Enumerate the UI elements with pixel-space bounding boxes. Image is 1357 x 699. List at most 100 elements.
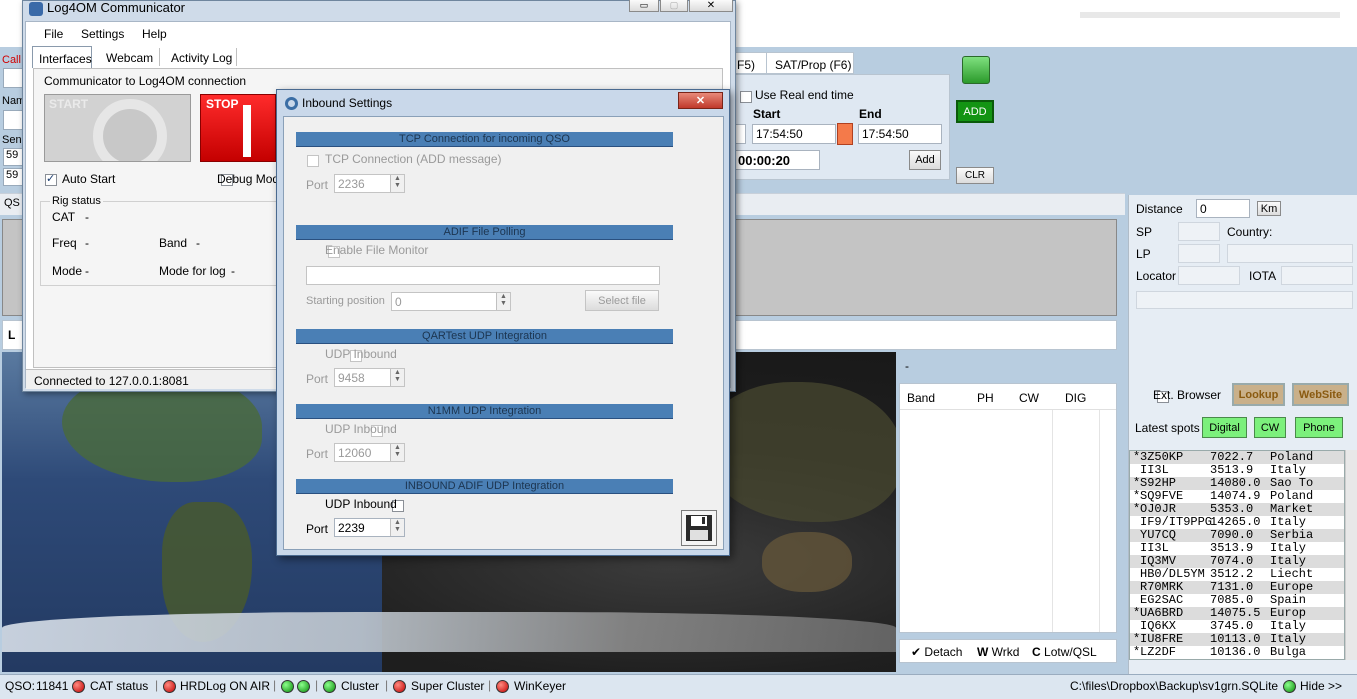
spot-freq: 7131.0 xyxy=(1210,581,1254,594)
minimize-button[interactable]: ▭ xyxy=(629,0,659,12)
close-button[interactable]: ✕ xyxy=(689,0,733,12)
hide-button[interactable]: Hide >> xyxy=(1300,679,1342,693)
spot-freq: 3513.9 xyxy=(1210,542,1254,555)
starting-position-label: Starting position xyxy=(306,295,385,307)
spots-list[interactable]: * 3Z50KP 7022.7 Poland II3L 3513.9 Italy * S92H… xyxy=(1129,450,1345,660)
qso-tab-label[interactable]: QS xyxy=(4,197,20,209)
save-settings-button[interactable] xyxy=(681,510,717,546)
qartest-port-spinner[interactable]: ▲ ▼ xyxy=(390,369,404,386)
rig-status-label: Rig status xyxy=(50,195,103,207)
spot-row[interactable]: IQ3MV 7074.0 Italy xyxy=(1130,555,1344,568)
tab-sat-prop[interactable]: SAT/Prop (F6) xyxy=(766,52,854,74)
spot-row[interactable]: IF9/IT9PPG 14265.0 Italy xyxy=(1130,516,1344,529)
cluster-status[interactable]: Cluster xyxy=(341,679,379,693)
spot-row[interactable]: YU7CQ 7090.0 Serbia xyxy=(1130,529,1344,542)
cat-value: - xyxy=(85,210,89,224)
start-time-input[interactable]: 17:54:50 xyxy=(752,124,836,144)
phone-spots-button[interactable]: Phone xyxy=(1295,417,1343,438)
tab-interfaces[interactable]: Interfaces xyxy=(32,46,92,68)
duration-input[interactable]: 00:00:20 xyxy=(734,150,820,170)
menu-file[interactable]: File xyxy=(44,27,63,41)
lotw-qsl-button[interactable]: C Lotw/QSL xyxy=(1032,645,1097,659)
qso-count-label: QSO: xyxy=(5,679,36,693)
spot-freq: 3745.0 xyxy=(1210,620,1254,633)
menu-settings[interactable]: Settings xyxy=(81,27,124,41)
hrdlog-led-icon xyxy=(163,680,176,693)
spot-country: Spain xyxy=(1270,594,1307,607)
spot-row[interactable]: * 3Z50KP 7022.7 Poland xyxy=(1130,451,1344,464)
spot-country: Market xyxy=(1270,503,1314,516)
lookup-button[interactable]: Lookup xyxy=(1232,383,1285,406)
website-button[interactable]: WebSite xyxy=(1292,383,1349,406)
auto-start-label: Auto Start xyxy=(62,172,116,186)
l-label: L xyxy=(8,328,16,342)
spot-row[interactable]: EG2SAC 7085.0 Spain xyxy=(1130,594,1344,607)
super-cluster-status[interactable]: Super Cluster xyxy=(411,679,484,693)
spot-row[interactable]: II3L 3513.9 Italy xyxy=(1130,464,1344,477)
end-time-input[interactable]: 17:54:50 xyxy=(858,124,942,144)
start-now-button[interactable] xyxy=(837,123,853,145)
distance-label: Distance xyxy=(1136,202,1183,216)
cluster-led-icon xyxy=(323,680,336,693)
save-db-icon[interactable] xyxy=(962,56,990,84)
map-dash: - xyxy=(905,359,909,373)
spot-row[interactable]: R70MRK 7131.0 Europe xyxy=(1130,581,1344,594)
cw-spots-button[interactable]: CW xyxy=(1254,417,1286,438)
start-button[interactable]: START xyxy=(44,94,191,162)
add-qso-button[interactable]: ADD xyxy=(956,100,994,123)
tab-webcam[interactable]: Webcam xyxy=(97,48,159,68)
spot-call: II3L xyxy=(1140,464,1169,477)
spot-row[interactable]: * LZ2DF 10136.0 Bulga xyxy=(1130,646,1344,659)
starting-position-input[interactable]: 0 xyxy=(391,292,511,311)
spot-row[interactable]: * SQ9FVE 14074.9 Poland xyxy=(1130,490,1344,503)
spot-call: S92HP xyxy=(1140,477,1177,490)
spot-row[interactable]: IQ6KX 3745.0 Italy xyxy=(1130,620,1344,633)
digital-spots-button[interactable]: Digital xyxy=(1202,417,1247,438)
adif-udp-port-label: Port xyxy=(306,522,329,536)
km-button[interactable]: Km xyxy=(1257,201,1281,216)
hrdlog-status[interactable]: HRDLog ON AIR xyxy=(180,679,270,693)
tcp-connection-checkbox[interactable] xyxy=(307,154,319,167)
adif-file-path-input[interactable] xyxy=(306,266,660,285)
cw-col-header: CW xyxy=(1019,391,1039,405)
stop-bar-icon xyxy=(243,105,251,157)
spot-call: UA6BRD xyxy=(1140,607,1184,620)
spots-scrollbar[interactable] xyxy=(1345,450,1357,660)
spot-row[interactable]: * UA6BRD 14075.5 Europ xyxy=(1130,607,1344,620)
spot-row[interactable]: HB0/DL5YM 3512.2 Liecht xyxy=(1130,568,1344,581)
country-field xyxy=(1227,244,1353,263)
spot-country: Sao To xyxy=(1270,477,1314,490)
sent-label: Sen xyxy=(2,134,22,146)
auto-start-checkbox[interactable] xyxy=(45,172,57,186)
spot-row[interactable]: * S92HP 14080.0 Sao To xyxy=(1130,477,1344,490)
settings-gear-icon xyxy=(285,97,298,111)
toolbar-decoration xyxy=(1080,12,1340,18)
clr-button[interactable]: CLR xyxy=(956,167,994,184)
adif-udp-port-spinner[interactable]: ▲ ▼ xyxy=(390,519,404,536)
spot-call: IQ3MV xyxy=(1140,555,1177,568)
add-time-button[interactable]: Add xyxy=(909,150,941,170)
spot-call: SQ9FVE xyxy=(1140,490,1184,503)
menu-help[interactable]: Help xyxy=(142,27,167,41)
spot-row[interactable]: * IU8FRE 10113.0 Italy xyxy=(1130,633,1344,646)
spot-freq: 10136.0 xyxy=(1210,646,1261,659)
spot-row[interactable]: * OJ0JR 5353.0 Market xyxy=(1130,503,1344,516)
detach-button[interactable]: ✔ Detach xyxy=(911,645,962,659)
tab-activity-log[interactable]: Activity Log xyxy=(163,48,239,68)
n1mm-port-spinner[interactable]: ▲ ▼ xyxy=(390,444,404,461)
starting-position-spinner[interactable]: ▲ ▼ xyxy=(496,293,510,310)
stop-button[interactable]: STOP xyxy=(200,94,276,162)
use-real-end-time-checkbox[interactable] xyxy=(740,90,752,103)
spot-call: R70MRK xyxy=(1140,581,1184,594)
spot-country: Poland xyxy=(1270,490,1314,503)
cat-status[interactable]: CAT status xyxy=(90,679,148,693)
spot-row[interactable]: II3L 3513.9 Italy xyxy=(1130,542,1344,555)
select-file-button[interactable]: Select file xyxy=(585,290,659,311)
n1mm-udp-label: UDP Inbound xyxy=(325,422,397,436)
dialog-close-button[interactable]: ✕ xyxy=(678,92,723,109)
mode-value: - xyxy=(85,264,89,278)
tcp-port-spinner[interactable]: ▲ ▼ xyxy=(390,175,404,192)
wrkd-button[interactable]: W Wrkd xyxy=(977,645,1019,659)
winkeyer-status[interactable]: WinKeyer xyxy=(514,679,566,693)
maximize-button[interactable]: ▢ xyxy=(660,0,688,12)
